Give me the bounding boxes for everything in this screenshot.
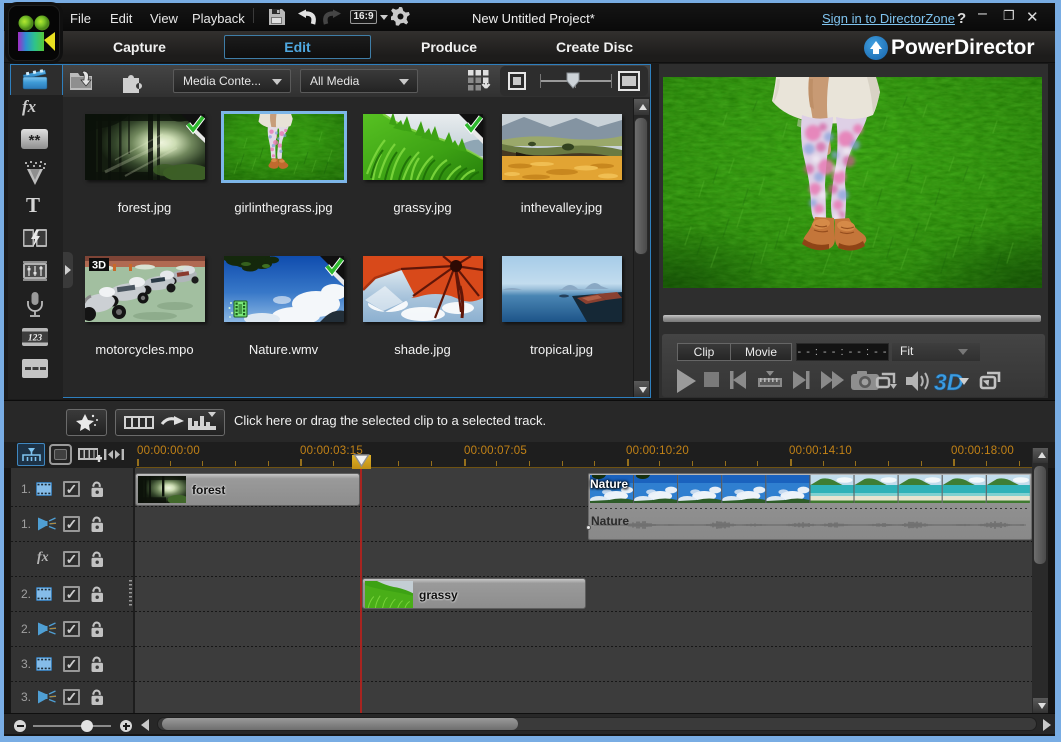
- svg-text:3D: 3D: [934, 369, 963, 395]
- svg-text:3D: 3D: [92, 260, 106, 272]
- svg-text:123: 123: [28, 334, 43, 344]
